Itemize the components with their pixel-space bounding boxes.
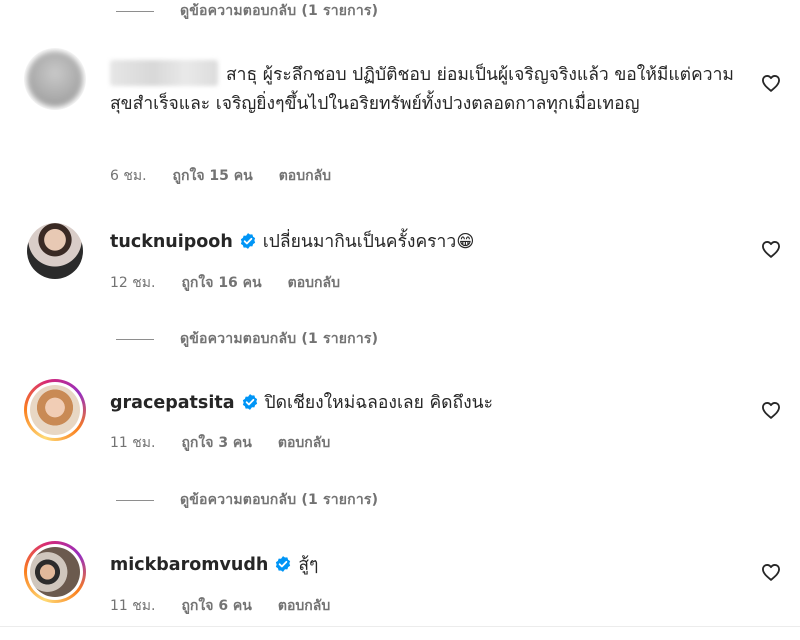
comment-body: gracepatsita ปิดเชียงใหม่ฉลองเลย คิดถึงนะ [110, 389, 740, 418]
reply-button[interactable]: ตอบกลับ [279, 165, 331, 187]
view-replies-label: ดูข้อความตอบกลับ (1 รายการ) [180, 3, 379, 19]
avatar-story-ring[interactable] [24, 379, 86, 441]
comment-time[interactable]: 6 ชม. [110, 165, 147, 187]
avatar[interactable] [24, 48, 86, 110]
likes-count[interactable]: ถูกใจ 16 คน [181, 272, 261, 294]
verified-badge-icon [240, 233, 255, 249]
view-replies-button[interactable]: ดูข้อความตอบกลับ (1 รายการ) [116, 489, 378, 511]
comment-time[interactable]: 12 ชม. [110, 272, 155, 294]
view-replies-button[interactable]: ดูข้อความตอบกลับ (1 รายการ) [116, 0, 378, 22]
reply-button[interactable]: ตอบกลับ [278, 595, 330, 617]
heart-outline-icon[interactable] [760, 561, 782, 583]
replies-divider [116, 499, 154, 501]
comment-meta: 12 ชม. ถูกใจ 16 คน ตอบกลับ [110, 272, 366, 294]
verified-badge-icon [242, 394, 257, 410]
heart-outline-icon[interactable] [760, 399, 782, 421]
comment-meta: 6 ชม. ถูกใจ 15 คน ตอบกลับ [110, 165, 357, 187]
comment-time[interactable]: 11 ชม. [110, 432, 155, 454]
avatar-story-ring[interactable] [24, 541, 86, 603]
comment-meta: 11 ชม. ถูกใจ 3 คน ตอบกลับ [110, 432, 356, 454]
likes-count[interactable]: ถูกใจ 3 คน [181, 432, 251, 454]
comment-text: ปิดเชียงใหม่ฉลองเลย คิดถึงนะ [264, 393, 494, 413]
username[interactable]: mickbaromvudh [110, 555, 268, 575]
reply-button[interactable]: ตอบกลับ [288, 272, 340, 294]
comment-text: เปลี่ยนมากินเป็นครั้งคราว😁 [262, 232, 475, 252]
comment-time[interactable]: 11 ชม. [110, 595, 155, 617]
divider [0, 626, 800, 627]
view-replies-label: ดูข้อความตอบกลับ (1 รายการ) [180, 331, 379, 347]
comment-meta: 11 ชม. ถูกใจ 6 คน ตอบกลับ [110, 595, 356, 617]
heart-outline-icon[interactable] [760, 72, 782, 94]
comment-text: สู้ๆ [298, 555, 319, 575]
replies-divider [116, 10, 154, 12]
username-blurred[interactable] [110, 60, 218, 86]
reply-button[interactable]: ตอบกลับ [278, 432, 330, 454]
heart-outline-icon[interactable] [760, 238, 782, 260]
username[interactable]: gracepatsita [110, 393, 235, 413]
avatar[interactable] [24, 220, 86, 282]
comment-body: mickbaromvudh สู้ๆ [110, 551, 740, 580]
verified-badge-icon [276, 556, 291, 572]
replies-divider [116, 338, 154, 340]
likes-count[interactable]: ถูกใจ 6 คน [181, 595, 251, 617]
likes-count[interactable]: ถูกใจ 15 คน [173, 165, 253, 187]
view-replies-label: ดูข้อความตอบกลับ (1 รายการ) [180, 492, 379, 508]
view-replies-button[interactable]: ดูข้อความตอบกลับ (1 รายการ) [116, 328, 378, 350]
username[interactable]: tucknuipooh [110, 232, 233, 252]
comment-body: สาธุ ผู้ระลึกชอบ ปฏิบัติชอบ ย่อมเป็นผู้เ… [110, 60, 740, 119]
comment-body: tucknuipooh เปลี่ยนมากินเป็นครั้งคราว😁 [110, 228, 740, 257]
